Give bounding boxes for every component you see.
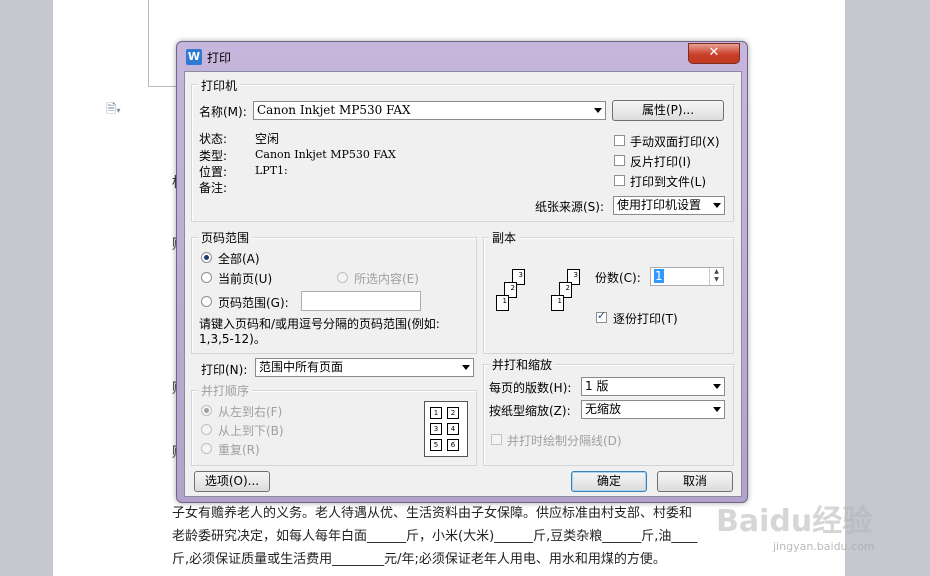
pages-per-sheet-value: 1 版 bbox=[585, 379, 609, 393]
printer-name-select[interactable]: Canon Inkjet MP530 FAX bbox=[253, 101, 606, 120]
collate-illustration-icon: 3 2 1 bbox=[494, 269, 539, 319]
collate-label[interactable]: 逐份打印(T) bbox=[613, 310, 678, 327]
margin-marker bbox=[148, 0, 149, 86]
document-icon[interactable]: 🗎▾ bbox=[106, 100, 120, 122]
margin-marker bbox=[148, 86, 178, 87]
scale-select[interactable]: 无缩放 bbox=[581, 400, 725, 419]
comment-label: 备注: bbox=[199, 181, 228, 195]
repeat-radio[interactable] bbox=[201, 443, 212, 454]
wps-logo-icon: W bbox=[186, 49, 202, 65]
print-dialog: W 打印 ✕ 打印机 名称(M): Canon Inkjet MP530 FAX… bbox=[176, 41, 748, 503]
page-range-legend: 页码范围 bbox=[198, 229, 253, 246]
page-numbers-radio[interactable] bbox=[201, 296, 212, 307]
all-pages-radio[interactable] bbox=[201, 252, 212, 263]
printer-legend: 打印机 bbox=[198, 77, 241, 94]
close-button[interactable]: ✕ bbox=[688, 43, 740, 64]
properties-button[interactable]: 属性(P)... bbox=[612, 100, 724, 121]
grid-cell: 2 bbox=[447, 407, 459, 419]
draw-borders-checkbox[interactable] bbox=[491, 434, 502, 445]
scale-label: 按纸型缩放(Z): bbox=[489, 404, 571, 418]
options-button[interactable]: 选项(O)... bbox=[194, 471, 270, 492]
grid-cell: 4 bbox=[447, 423, 459, 435]
paper-source-label: 纸张来源(S): bbox=[535, 200, 605, 214]
cancel-button[interactable]: 取消 bbox=[657, 471, 733, 492]
print-what-label: 打印(N): bbox=[201, 363, 248, 377]
page-order-grid-icon: 1 2 3 4 5 6 bbox=[424, 401, 468, 457]
where-value: LPT1: bbox=[255, 164, 288, 177]
print-to-file-label[interactable]: 打印到文件(L) bbox=[630, 173, 706, 190]
type-value: Canon Inkjet MP530 FAX bbox=[255, 148, 396, 161]
watermark-logo: Baidu经验 bbox=[716, 504, 873, 539]
zoom-legend: 并打和缩放 bbox=[489, 356, 556, 373]
dialog-title: 打印 bbox=[207, 51, 232, 65]
scale-value: 无缩放 bbox=[585, 402, 622, 416]
document-line: 斤,必须保证质量或生活费用________元/年;必须保证老年人用电、用水和用煤… bbox=[172, 552, 666, 567]
printer-name-value: Canon Inkjet MP530 FAX bbox=[257, 103, 411, 117]
sheet-icon: 1 bbox=[551, 295, 564, 311]
dropdown-arrow-icon bbox=[713, 384, 721, 389]
current-page-label[interactable]: 当前页(U) bbox=[218, 270, 272, 287]
paper-source-value: 使用打印机设置 bbox=[617, 198, 702, 212]
ok-button[interactable]: 确定 bbox=[571, 471, 647, 492]
grid-cell: 3 bbox=[430, 423, 442, 435]
page-numbers-label[interactable]: 页码范围(G): bbox=[218, 294, 289, 311]
page-numbers-input[interactable] bbox=[301, 291, 421, 311]
where-label: 位置: bbox=[199, 165, 228, 179]
dropdown-arrow-icon bbox=[713, 407, 721, 412]
selection-radio[interactable] bbox=[337, 272, 348, 283]
top-to-bottom-label: 从上到下(B) bbox=[218, 424, 284, 438]
copies-count-value: 1 bbox=[654, 269, 664, 283]
left-to-right-label: 从左到右(F) bbox=[218, 405, 283, 419]
spinner-arrows-icon[interactable]: ▲ ▼ bbox=[709, 268, 723, 285]
document-line: 子女有赡养老人的义务。老人待遇从优、生活资料由子女保障。供应标准由村支部、村委和 bbox=[172, 506, 693, 521]
copies-count-label: 份数(C): bbox=[595, 271, 641, 285]
printer-name-label: 名称(M): bbox=[199, 105, 247, 119]
dialog-body: 打印机 名称(M): Canon Inkjet MP530 FAX 属性(P).… bbox=[184, 71, 742, 497]
print-to-file-checkbox[interactable] bbox=[614, 175, 625, 186]
current-page-radio[interactable] bbox=[201, 272, 212, 283]
paper-source-select[interactable]: 使用打印机设置 bbox=[613, 196, 725, 215]
page-range-hint: 请键入页码和/或用逗号分隔的页码范围(例如: 1,3,5-12)。 bbox=[199, 317, 440, 346]
pages-per-sheet-select[interactable]: 1 版 bbox=[581, 377, 725, 396]
grid-cell: 1 bbox=[430, 407, 442, 419]
repeat-label: 重复(R) bbox=[218, 443, 260, 457]
document-line: 老龄委研究决定，如每人每年白面______斤，小米(大米)______斤,豆类杂… bbox=[172, 529, 698, 544]
copies-count-input[interactable]: 1 ▲ ▼ bbox=[650, 267, 724, 286]
dropdown-arrow-icon bbox=[594, 108, 602, 113]
reverse-print-checkbox[interactable] bbox=[614, 155, 625, 166]
pages-per-sheet-label: 每页的版数(H): bbox=[489, 381, 572, 395]
watermark-url: jingyan.baidu.com bbox=[773, 540, 875, 553]
draw-borders-label: 并打时绘制分隔线(D) bbox=[507, 434, 622, 448]
print-what-select[interactable]: 范围中所有页面 bbox=[255, 358, 474, 377]
dropdown-arrow-icon bbox=[462, 365, 470, 370]
reverse-print-label[interactable]: 反片打印(I) bbox=[630, 153, 691, 170]
print-what-value: 范围中所有页面 bbox=[259, 360, 344, 374]
left-to-right-radio[interactable] bbox=[201, 405, 212, 416]
grid-cell: 5 bbox=[430, 439, 442, 451]
collate-illustration-icon: 3 2 1 bbox=[549, 269, 594, 319]
sheet-icon: 1 bbox=[496, 295, 509, 311]
top-to-bottom-radio[interactable] bbox=[201, 424, 212, 435]
status-label: 状态: bbox=[199, 132, 228, 146]
collate-checkbox[interactable] bbox=[596, 309, 607, 323]
copies-legend: 副本 bbox=[489, 229, 520, 246]
all-pages-label[interactable]: 全部(A) bbox=[218, 250, 260, 267]
type-label: 类型: bbox=[199, 149, 228, 163]
selection-label: 所选内容(E) bbox=[354, 272, 419, 286]
status-value: 空闲 bbox=[255, 132, 280, 146]
dropdown-arrow-icon bbox=[713, 203, 721, 208]
grid-cell: 6 bbox=[447, 439, 459, 451]
manual-duplex-checkbox[interactable] bbox=[614, 135, 625, 146]
manual-duplex-label[interactable]: 手动双面打印(X) bbox=[630, 133, 720, 150]
collate-order-legend: 并打顺序 bbox=[198, 382, 253, 399]
